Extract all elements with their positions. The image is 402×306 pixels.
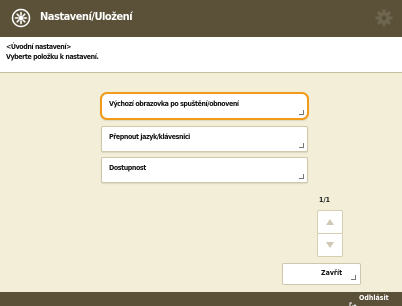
settings-registration-icon[interactable] bbox=[11, 8, 31, 28]
gear-icon[interactable] bbox=[374, 8, 394, 28]
page-title: Nastavení/Uložení bbox=[40, 10, 133, 23]
status-bar: Odhlásit bbox=[0, 292, 402, 306]
corner-arrow-icon bbox=[299, 174, 304, 179]
scroll-up-button[interactable] bbox=[317, 210, 343, 234]
scroll-down-button[interactable] bbox=[317, 233, 343, 257]
close-button-label: Zavřít bbox=[321, 269, 343, 277]
close-button[interactable]: Zavřít bbox=[282, 263, 361, 285]
triangle-down-icon bbox=[326, 242, 334, 248]
title-bar: Nastavení/Uložení bbox=[0, 0, 402, 37]
corner-arrow-icon bbox=[299, 143, 304, 148]
option-label: Přepnout jazyk/klávesnici bbox=[109, 133, 190, 141]
logout-icon[interactable] bbox=[349, 295, 357, 306]
triangle-up-icon bbox=[326, 219, 334, 225]
instruction-heading: <Úvodní nastavení> bbox=[6, 43, 72, 51]
option-default-screen-after-startup[interactable]: Výchozí obrazovka po spuštění/obnovení bbox=[100, 92, 309, 120]
option-switch-language-keyboard[interactable]: Přepnout jazyk/klávesnici bbox=[101, 126, 308, 152]
logout-text[interactable]: Odhlásit bbox=[359, 294, 389, 302]
option-label: Výchozí obrazovka po spuštění/obnovení bbox=[109, 100, 239, 108]
option-label: Dostupnost bbox=[109, 164, 146, 172]
instruction-panel: <Úvodní nastavení> Vyberte položku k nas… bbox=[0, 37, 402, 73]
corner-arrow-icon bbox=[351, 275, 356, 280]
page-indicator: 1/1 bbox=[319, 196, 331, 204]
instruction-text: Vyberte položku k nastavení. bbox=[6, 53, 99, 61]
option-accessibility[interactable]: Dostupnost bbox=[101, 157, 308, 183]
corner-arrow-icon bbox=[299, 110, 304, 115]
screen: Nastavení/Uložení <Úvodní nastavení> Vyb… bbox=[0, 0, 402, 306]
